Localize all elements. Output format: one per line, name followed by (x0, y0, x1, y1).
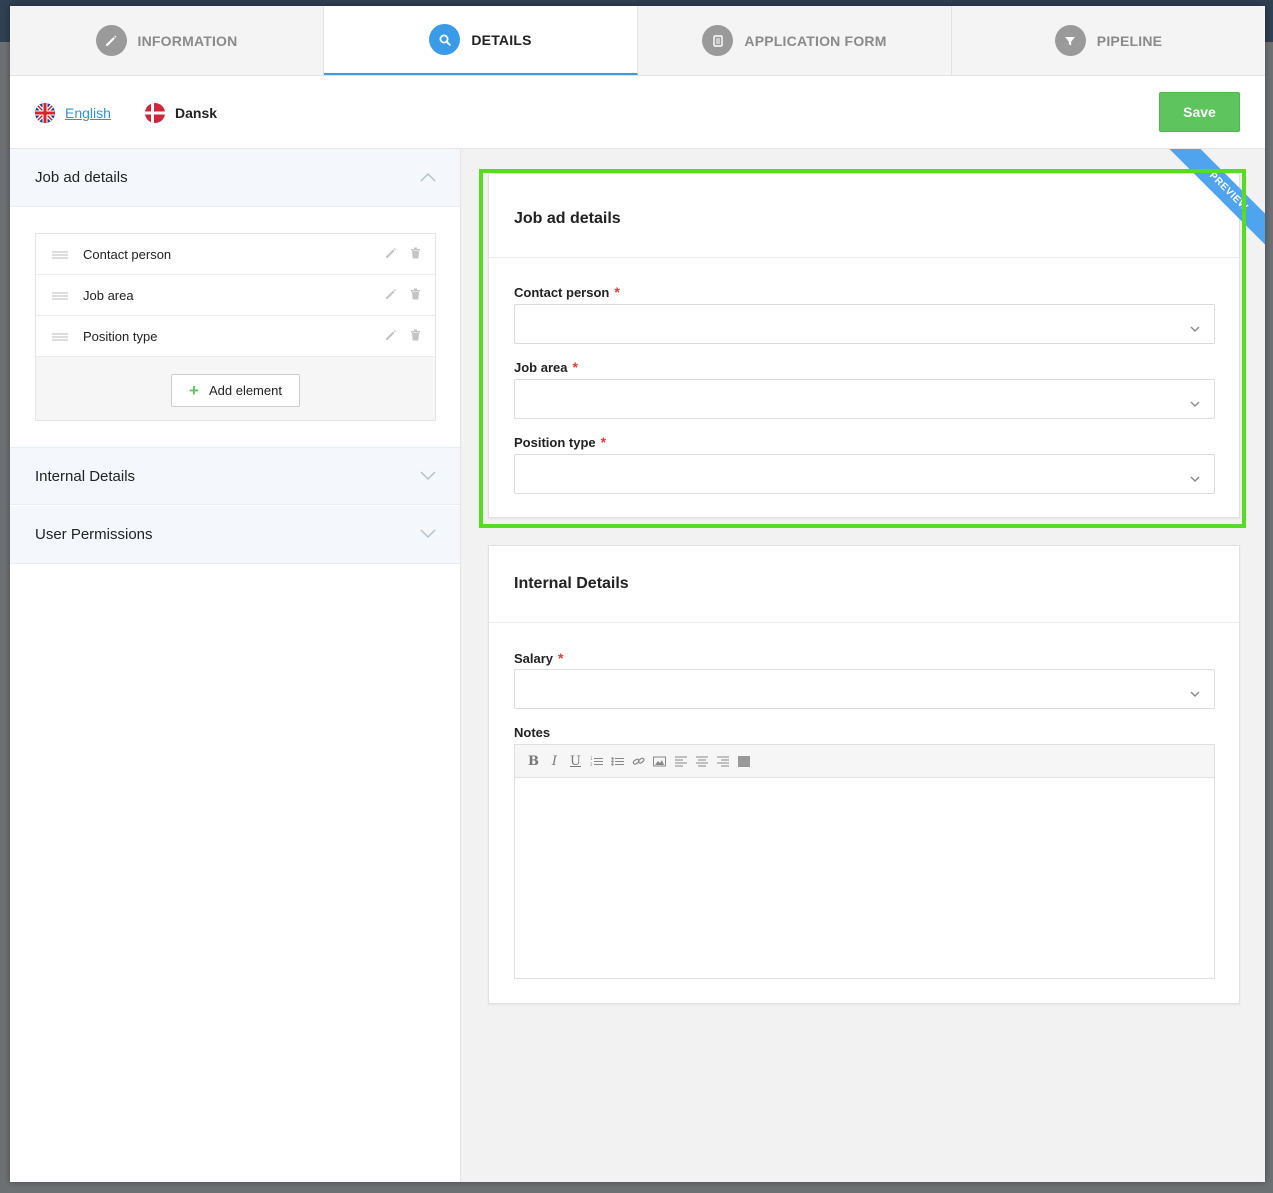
language-dansk[interactable]: Dansk (145, 103, 217, 123)
job-area-label: Job area * (514, 359, 578, 375)
trash-icon[interactable] (410, 288, 421, 303)
tab-label: APPLICATION FORM (744, 32, 887, 49)
section-title: User Permissions (35, 526, 153, 543)
link-icon[interactable] (628, 751, 649, 771)
bullet-list-icon[interactable] (607, 751, 628, 771)
element-label: Job area (83, 287, 134, 303)
notes-label: Notes (514, 725, 551, 740)
section-header-user-permissions[interactable]: User Permissions (10, 506, 460, 564)
tab-label: PIPELINE (1096, 32, 1163, 49)
align-center-icon[interactable] (691, 751, 712, 771)
required-marker: * (572, 359, 578, 375)
job-ad-details-card: Job ad details Contact person * Job area *… (488, 173, 1240, 518)
image-icon[interactable] (649, 751, 670, 771)
trash-icon[interactable] (410, 247, 421, 262)
bold-icon[interactable]: B (523, 751, 544, 771)
add-element-button[interactable]: + Add element (171, 374, 300, 407)
chevron-up-icon (420, 169, 436, 186)
required-marker: * (558, 650, 564, 666)
uk-flag-icon (35, 103, 55, 123)
preview-panel: Job ad details Contact person * Job area *… (460, 149, 1265, 1182)
section-header-internal-details[interactable]: Internal Details (10, 447, 460, 505)
required-marker: * (614, 284, 620, 300)
element-label: Contact person (83, 246, 172, 262)
funnel-icon (1054, 25, 1086, 56)
element-label: Position type (83, 328, 158, 344)
preview-ribbon-label: PREVIEW (1156, 149, 1265, 264)
underline-icon[interactable]: U (565, 751, 586, 771)
tab-label: INFORMATION (137, 32, 238, 49)
language-label: English (65, 105, 111, 121)
chevron-down-icon (1190, 470, 1200, 488)
chevron-down-icon (1190, 685, 1200, 703)
drag-handle-icon[interactable] (52, 247, 68, 262)
align-left-icon[interactable] (670, 751, 691, 771)
chevron-down-icon (1190, 395, 1200, 413)
align-justify-icon[interactable] (733, 751, 754, 771)
edit-pencil-icon[interactable] (385, 247, 397, 262)
edit-pencil-icon[interactable] (385, 329, 397, 344)
list-item[interactable]: Contact person (36, 234, 435, 275)
section-header-job-ad-details[interactable]: Job ad details (10, 149, 460, 207)
save-button[interactable]: Save (1159, 92, 1240, 132)
tab-label: DETAILS (471, 31, 532, 48)
salary-label: Salary * (514, 650, 564, 666)
notes-input[interactable] (515, 778, 1214, 978)
section-title: Internal Details (35, 467, 136, 485)
card-title: Job ad details (514, 210, 621, 227)
job-editor-modal: INFORMATION DETAILS APPLICATION FORM PIP… (10, 6, 1265, 1182)
preview-ribbon: PREVIEW (1146, 149, 1265, 269)
contact-person-label: Contact person * (514, 284, 620, 300)
tab-details[interactable]: DETAILS (324, 6, 638, 75)
drag-handle-icon[interactable] (52, 288, 68, 303)
section-title: Job ad details (35, 169, 128, 186)
position-type-label: Position type * (514, 434, 607, 450)
salary-select[interactable] (514, 669, 1215, 709)
divider (489, 622, 1239, 623)
sections-sidebar: Job ad details Contact person Job area P… (10, 149, 460, 1182)
chevron-down-icon (1190, 320, 1200, 338)
chevron-down-icon (420, 468, 436, 485)
denmark-flag-icon (145, 103, 165, 123)
language-bar: English Dansk Save (10, 76, 1265, 149)
language-label: Dansk (175, 105, 218, 121)
ordered-list-icon[interactable]: 12 (586, 751, 607, 771)
divider (489, 257, 1239, 258)
list-item[interactable]: Job area (36, 275, 435, 316)
plus-icon: + (189, 380, 199, 400)
position-type-select[interactable] (514, 454, 1215, 494)
editor-toolbar: B I U 12 (515, 745, 1214, 778)
tab-pipeline[interactable]: PIPELINE (952, 6, 1265, 75)
edit-pencil-icon[interactable] (385, 288, 397, 303)
tab-application-form[interactable]: APPLICATION FORM (638, 6, 952, 75)
align-right-icon[interactable] (712, 751, 733, 771)
language-english[interactable]: English (35, 103, 111, 123)
italic-icon[interactable]: I (544, 751, 565, 771)
pencil-icon (95, 25, 127, 56)
drag-handle-icon[interactable] (52, 329, 68, 344)
card-title: Internal Details (514, 575, 629, 592)
tab-bar: INFORMATION DETAILS APPLICATION FORM PIP… (10, 6, 1265, 76)
search-icon (429, 24, 461, 55)
contact-person-select[interactable] (514, 304, 1215, 344)
svg-text:2: 2 (590, 762, 593, 767)
chevron-down-icon (420, 526, 436, 543)
internal-details-card: Internal Details Salary * Notes B I U 12 (488, 545, 1240, 1004)
form-icon (702, 25, 734, 56)
section-elements-list: Contact person Job area Position type + … (35, 233, 436, 421)
svg-text:1: 1 (590, 756, 593, 761)
trash-icon[interactable] (410, 329, 421, 344)
required-marker: * (600, 434, 607, 450)
list-item[interactable]: Position type (36, 316, 435, 357)
add-element-label: Add element (208, 383, 282, 398)
tab-information[interactable]: INFORMATION (10, 6, 324, 75)
notes-rich-text-editor: B I U 12 (514, 744, 1215, 979)
job-area-select[interactable] (514, 379, 1215, 419)
